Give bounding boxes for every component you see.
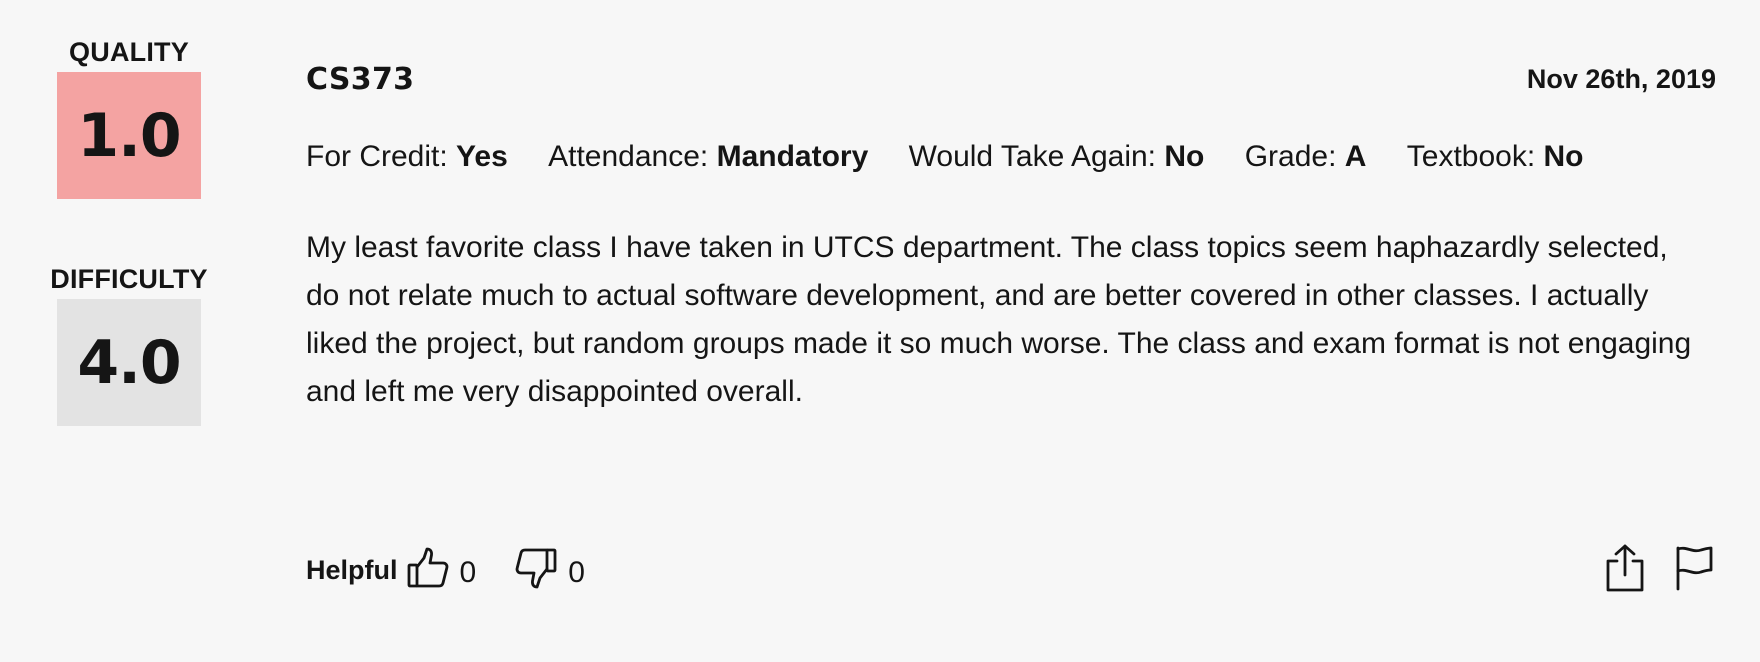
meta-for-credit: For Credit: Yes xyxy=(306,138,508,176)
helpful-label: Helpful xyxy=(306,554,398,585)
thumbs-down-count: 0 xyxy=(568,556,585,589)
review-actions xyxy=(1604,543,1714,598)
quality-block: QUALITY 1.0 xyxy=(42,36,216,199)
meta-label: For Credit: xyxy=(306,140,457,173)
meta-grade: Grade: A xyxy=(1245,138,1367,176)
quality-score: 1.0 xyxy=(57,72,201,199)
review-meta: For Credit: Yes Attendance: Mandatory Wo… xyxy=(306,138,1716,176)
share-button[interactable] xyxy=(1604,543,1646,598)
meta-would-take-again: Would Take Again: No xyxy=(909,138,1205,176)
thumbs-up-icon xyxy=(406,546,450,595)
thumbs-up-count: 0 xyxy=(459,556,477,589)
meta-label: Would Take Again: xyxy=(908,140,1165,173)
thumbs-up-button[interactable]: 0 xyxy=(406,546,477,595)
thumbs-down-button[interactable]: 0 xyxy=(514,546,585,595)
meta-attendance: Attendance: Mandatory xyxy=(548,138,868,176)
meta-value: A xyxy=(1344,140,1367,173)
meta-label: Textbook: xyxy=(1406,140,1544,173)
meta-value: Yes xyxy=(456,140,508,173)
review-comment: My least favorite class I have taken in … xyxy=(306,231,1692,408)
flag-icon xyxy=(1674,545,1714,596)
flag-button[interactable] xyxy=(1674,545,1714,596)
thumbs-down-icon xyxy=(514,546,558,595)
rating-card: QUALITY 1.0 DIFFICULTY 4.0 CS373 Nov 26t… xyxy=(0,0,1760,662)
meta-label: Attendance: xyxy=(548,140,717,173)
difficulty-block: DIFFICULTY 4.0 xyxy=(42,263,216,426)
meta-textbook: Textbook: No xyxy=(1407,138,1584,176)
quality-label: QUALITY xyxy=(69,37,189,67)
course-name: CS373 xyxy=(306,61,415,97)
helpful-group: Helpful 0 0 xyxy=(306,546,585,595)
review-main: CS373 Nov 26th, 2019 For Credit: Yes Att… xyxy=(306,62,1716,416)
meta-value: No xyxy=(1164,140,1205,173)
review-footer: Helpful 0 0 xyxy=(306,542,1716,598)
difficulty-label: DIFFICULTY xyxy=(50,264,208,294)
review-header: CS373 Nov 26th, 2019 xyxy=(306,61,1716,97)
review-date: Nov 26th, 2019 xyxy=(1526,63,1716,94)
meta-label: Grade: xyxy=(1244,140,1345,173)
difficulty-score: 4.0 xyxy=(57,299,201,426)
score-column: QUALITY 1.0 DIFFICULTY 4.0 xyxy=(42,36,216,426)
share-icon xyxy=(1604,543,1646,598)
meta-value: Mandatory xyxy=(716,140,869,173)
meta-value: No xyxy=(1543,140,1584,173)
